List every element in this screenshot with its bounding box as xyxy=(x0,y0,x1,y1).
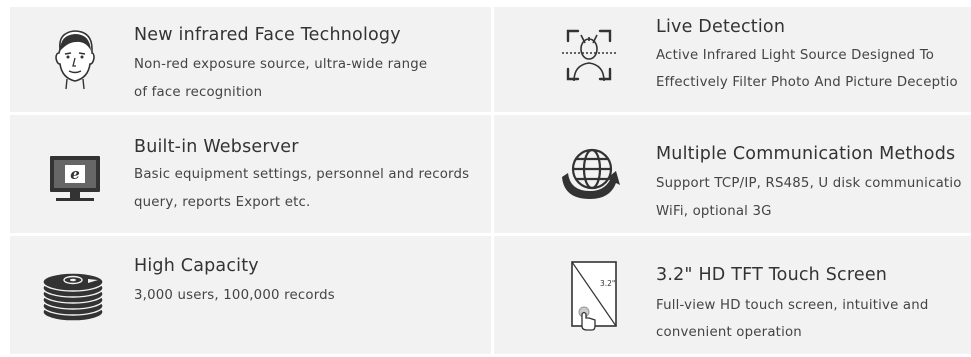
feature-title: Multiple Communication Methods xyxy=(656,144,956,164)
feature-description-line: WiFi, optional 3G xyxy=(656,204,772,219)
feature-description-line: convenient operation xyxy=(656,325,802,340)
feature-description-line: 3,000 users, 100,000 records xyxy=(134,288,335,303)
feature-description-line: Basic equipment settings, personnel and … xyxy=(134,167,470,182)
feature-description-line: Non-red exposure source, ultra-wide rang… xyxy=(134,57,428,72)
feature-title: High Capacity xyxy=(134,256,259,276)
feature-title: Live Detection xyxy=(656,17,786,37)
disk-stack-icon xyxy=(40,260,110,330)
feature-card-web: e Built-in Webserver Basic equipment set… xyxy=(10,115,491,233)
feature-description-line: Active Infrared Light Source Designed To xyxy=(656,48,935,63)
feature-card-comm: Multiple Communication Methods Support T… xyxy=(494,115,971,233)
feature-title: New infrared Face Technology xyxy=(134,25,401,45)
feature-description-line: Effectively Filter Photo And Picture Dec… xyxy=(656,75,958,90)
touch-screen-icon: 3.2" xyxy=(554,256,624,331)
monitor-browser-icon: e xyxy=(40,145,110,215)
feature-description-line: of face recognition xyxy=(134,85,263,100)
globe-arrow-icon xyxy=(554,141,624,211)
feature-card-live: Live Detection Active Infrared Light Sou… xyxy=(494,7,971,112)
feature-description-line: Support TCP/IP, RS485, U disk communicat… xyxy=(656,176,962,191)
feature-card-face: New infrared Face Technology Non-red exp… xyxy=(10,7,491,112)
feature-grid: New infrared Face Technology Non-red exp… xyxy=(10,7,971,354)
feature-title: Built-in Webserver xyxy=(134,137,299,157)
face-scan-icon xyxy=(554,23,624,93)
svg-text:e: e xyxy=(70,165,80,183)
feature-description-line: query, reports Export etc. xyxy=(134,195,311,210)
feature-card-capacity: High Capacity 3,000 users, 100,000 recor… xyxy=(10,236,491,354)
feature-card-screen: 3.2" 3.2" HD TFT Touch Screen Full-view … xyxy=(494,236,971,354)
feature-title: 3.2" HD TFT Touch Screen xyxy=(656,265,888,285)
feature-description-line: Full-view HD touch screen, intuitive and xyxy=(656,298,929,313)
face-portrait-icon xyxy=(40,23,110,93)
screen-size-label: 3.2" xyxy=(600,279,615,288)
